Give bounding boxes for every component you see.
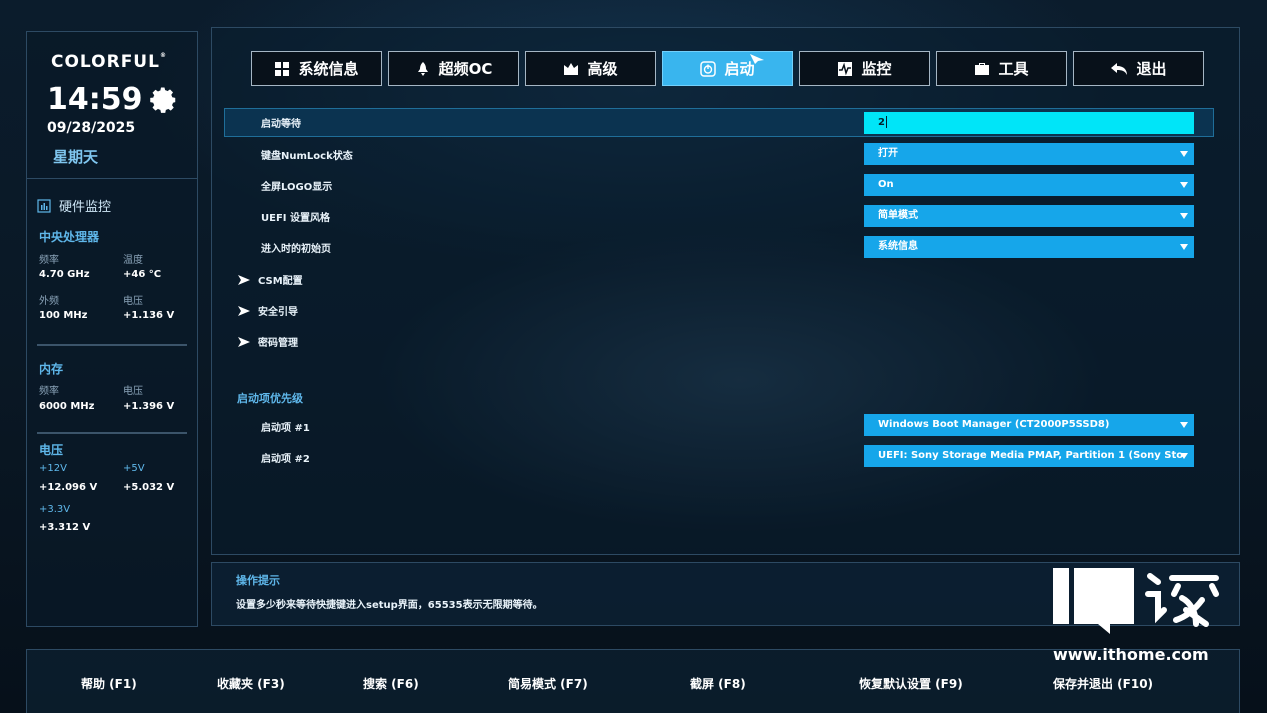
boot-item1-label: 启动项 #1 xyxy=(261,423,310,434)
divider xyxy=(37,432,187,434)
brand-logo: COLORFUL® xyxy=(51,52,167,72)
save-exit-button[interactable]: 保存并退出 (F10) xyxy=(1053,675,1153,692)
search-button[interactable]: 搜索 (F6) xyxy=(363,675,419,692)
cpu-section-title: 中央处理器 xyxy=(39,230,100,244)
boot-wait-input[interactable]: 2 xyxy=(864,112,1194,134)
cpu-volt-label: 电压 xyxy=(123,296,143,307)
boot-priority-title: 启动项优先级 xyxy=(237,392,303,405)
arrow-right-icon xyxy=(238,305,250,316)
tab-boot[interactable]: 启动 xyxy=(662,51,793,86)
chevron-down-icon xyxy=(1180,453,1188,459)
main-panel xyxy=(211,27,1240,555)
mem-volt-value: +1.396 V xyxy=(123,401,175,412)
tab-monitor[interactable]: 监控 xyxy=(799,51,930,86)
divider xyxy=(27,178,197,179)
init-page-dropdown[interactable]: 系统信息 xyxy=(864,236,1194,258)
restore-defaults-button[interactable]: 恢复默认设置 (F9) xyxy=(859,675,963,692)
cursor-icon xyxy=(750,54,764,64)
boot-item2-dropdown[interactable]: UEFI: Sony Storage Media PMAP, Partition… xyxy=(864,445,1194,467)
tab-exit[interactable]: 退出 xyxy=(1073,51,1204,86)
screenshot-button[interactable]: 截屏 (F8) xyxy=(690,675,746,692)
chevron-down-icon xyxy=(1180,182,1188,188)
memory-section-title: 内存 xyxy=(39,362,64,376)
chevron-down-icon xyxy=(1180,244,1188,250)
v5-value: +5.032 V xyxy=(123,482,175,493)
numlock-label: 键盘NumLock状态 xyxy=(261,151,353,162)
power-icon xyxy=(700,60,717,77)
v12-label: +12V xyxy=(39,463,67,474)
bios-screen: COLORFUL® 14:59 09/28/2025 星期天 硬件监控 中央处理… xyxy=(0,0,1267,713)
hardware-monitor-title: 硬件监控 xyxy=(37,196,111,215)
boot-item1-dropdown[interactable]: Windows Boot Manager (CT2000P5SSD8) xyxy=(864,414,1194,436)
chevron-down-icon xyxy=(1180,422,1188,428)
mem-freq-label: 频率 xyxy=(39,386,59,397)
back-arrow-icon xyxy=(1111,62,1128,75)
uefi-style-dropdown[interactable]: 简单模式 xyxy=(864,205,1194,227)
top-tabs: 系统信息 超频OC 高级 启动 监控 工具 退出 xyxy=(251,51,1204,86)
chevron-down-icon xyxy=(1180,213,1188,219)
v12-value: +12.096 V xyxy=(39,482,98,493)
favorites-button[interactable]: 收藏夹 (F3) xyxy=(217,675,285,692)
v33-value: +3.312 V xyxy=(39,522,91,533)
numlock-dropdown[interactable]: 打开 xyxy=(864,143,1194,165)
watermark-text: www.ithome.com xyxy=(1053,645,1209,664)
arrow-right-icon xyxy=(238,336,250,347)
password-submenu[interactable]: 密码管理 xyxy=(238,334,298,349)
chart-icon xyxy=(37,198,51,213)
boot-item2-label: 启动项 #2 xyxy=(261,454,310,465)
cpu-volt-value: +1.136 V xyxy=(123,310,175,321)
v5-label: +5V xyxy=(123,463,145,474)
logo-label: 全屏LOGO显示 xyxy=(261,182,333,193)
monitor-icon xyxy=(838,61,853,76)
clock-weekday: 星期天 xyxy=(53,148,99,166)
cpu-temp-label: 温度 xyxy=(123,255,143,266)
cpu-bclk-value: 100 MHz xyxy=(39,310,88,321)
cpu-freq-label: 频率 xyxy=(39,255,59,266)
cpu-bclk-label: 外频 xyxy=(39,296,59,307)
tab-overclock[interactable]: 超频OC xyxy=(388,51,519,86)
tab-system-info[interactable]: 系统信息 xyxy=(251,51,382,86)
left-status-panel: COLORFUL® 14:59 09/28/2025 星期天 硬件监控 中央处理… xyxy=(26,31,198,627)
init-page-label: 进入时的初始页 xyxy=(261,244,331,255)
rocket-icon xyxy=(417,61,428,76)
hint-title: 操作提示 xyxy=(236,574,280,587)
csm-submenu[interactable]: CSM配置 xyxy=(238,272,303,287)
voltage-section-title: 电压 xyxy=(39,443,64,457)
grid-icon xyxy=(275,61,290,76)
tab-advanced[interactable]: 高级 xyxy=(525,51,656,86)
tab-tools[interactable]: 工具 xyxy=(936,51,1067,86)
boot-wait-label: 启动等待 xyxy=(261,119,301,130)
arrow-right-icon xyxy=(238,274,250,285)
cpu-temp-value: +46 °C xyxy=(123,269,162,280)
clock-time: 14:59 xyxy=(47,82,143,117)
clock: 14:59 xyxy=(47,82,179,117)
gear-icon[interactable] xyxy=(149,85,179,115)
cpu-freq-value: 4.70 GHz xyxy=(39,269,90,280)
toolbox-icon xyxy=(975,62,990,75)
divider xyxy=(37,344,187,346)
logo-dropdown[interactable]: On xyxy=(864,174,1194,196)
clock-date: 09/28/2025 xyxy=(47,120,136,136)
hint-text: 设置多少秒来等待快捷键进入setup界面，65535表示无限期等待。 xyxy=(236,600,543,611)
secure-boot-submenu[interactable]: 安全引导 xyxy=(238,303,298,318)
chevron-down-icon xyxy=(1180,151,1188,157)
uefi-style-label: UEFI 设置风格 xyxy=(261,213,330,224)
help-button[interactable]: 帮助 (F1) xyxy=(81,675,137,692)
crown-icon xyxy=(564,62,579,75)
mem-volt-label: 电压 xyxy=(123,386,143,397)
mem-freq-value: 6000 MHz xyxy=(39,401,95,412)
v33-label: +3.3V xyxy=(39,504,71,515)
easy-mode-button[interactable]: 简易模式 (F7) xyxy=(508,675,588,692)
